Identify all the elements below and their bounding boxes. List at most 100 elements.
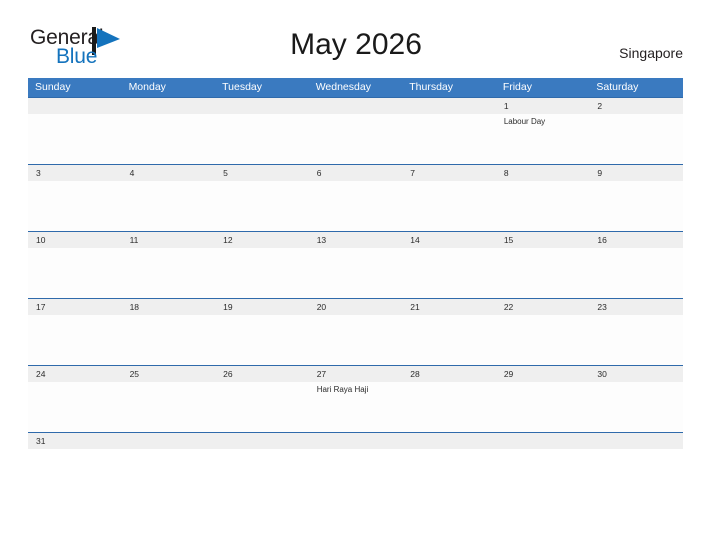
weekday-header-monday: Monday xyxy=(128,81,166,93)
day-number[interactable]: 27 xyxy=(309,366,403,382)
day-cell[interactable] xyxy=(496,382,590,432)
day-cell[interactable] xyxy=(28,382,122,432)
day-cell[interactable] xyxy=(122,181,216,231)
day-number[interactable]: 28 xyxy=(402,366,496,382)
day-number[interactable] xyxy=(215,98,309,114)
day-number[interactable]: 12 xyxy=(215,232,309,248)
day-cell[interactable] xyxy=(122,114,216,164)
day-number[interactable]: 20 xyxy=(309,299,403,315)
day-cell[interactable] xyxy=(215,248,309,298)
day-cell[interactable] xyxy=(309,315,403,365)
calendar-grid: Sunday Monday Tuesday Wednesday Thursday… xyxy=(28,78,683,449)
day-cell[interactable] xyxy=(28,181,122,231)
day-number[interactable]: 11 xyxy=(122,232,216,248)
day-number[interactable]: 7 xyxy=(402,165,496,181)
day-number[interactable]: 23 xyxy=(589,299,683,315)
week-row: 3 4 5 6 7 8 9 xyxy=(28,164,683,231)
weekday-header-tuesday: Tuesday xyxy=(222,81,263,93)
day-cell[interactable] xyxy=(402,315,496,365)
day-cell[interactable] xyxy=(589,315,683,365)
weekday-header-thursday: Thursday xyxy=(409,81,454,93)
day-number[interactable]: 17 xyxy=(28,299,122,315)
day-cell[interactable] xyxy=(215,315,309,365)
day-cell[interactable]: Labour Day xyxy=(496,114,590,164)
day-cell[interactable] xyxy=(589,181,683,231)
day-number[interactable]: 13 xyxy=(309,232,403,248)
week-row: 17 18 19 20 21 22 23 xyxy=(28,298,683,365)
day-cell[interactable] xyxy=(28,248,122,298)
day-cell[interactable] xyxy=(309,248,403,298)
day-cell[interactable] xyxy=(122,382,216,432)
day-number[interactable]: 15 xyxy=(496,232,590,248)
week-event-body xyxy=(28,248,683,298)
day-number[interactable]: 14 xyxy=(402,232,496,248)
week-date-band: 10 11 12 13 14 15 16 xyxy=(28,232,683,248)
day-cell[interactable] xyxy=(215,382,309,432)
day-number[interactable]: 8 xyxy=(496,165,590,181)
day-cell[interactable] xyxy=(28,114,122,164)
page-header: General Blue May 2026 Singapore xyxy=(0,0,712,78)
day-cell[interactable] xyxy=(122,315,216,365)
day-cell[interactable] xyxy=(402,382,496,432)
day-number[interactable] xyxy=(402,98,496,114)
day-cell[interactable] xyxy=(589,382,683,432)
day-number[interactable] xyxy=(28,98,122,114)
day-number[interactable] xyxy=(496,433,590,449)
day-number[interactable] xyxy=(122,98,216,114)
day-number[interactable] xyxy=(402,433,496,449)
day-cell[interactable] xyxy=(215,181,309,231)
day-number[interactable]: 10 xyxy=(28,232,122,248)
day-number[interactable] xyxy=(215,433,309,449)
week-row: 24 25 26 27 28 29 30 Hari Raya Haji xyxy=(28,365,683,432)
day-number[interactable]: 26 xyxy=(215,366,309,382)
calendar-page: General Blue May 2026 Singapore Sunday M… xyxy=(0,0,712,550)
day-number[interactable] xyxy=(309,433,403,449)
day-cell[interactable] xyxy=(402,181,496,231)
weekday-header-saturday: Saturday xyxy=(596,81,639,93)
day-number[interactable] xyxy=(589,433,683,449)
day-cell[interactable] xyxy=(496,181,590,231)
day-number[interactable]: 31 xyxy=(28,433,122,449)
day-number[interactable]: 4 xyxy=(122,165,216,181)
week-event-body xyxy=(28,181,683,231)
day-number[interactable]: 1 xyxy=(496,98,590,114)
day-number[interactable] xyxy=(309,98,403,114)
week-event-body: Hari Raya Haji xyxy=(28,382,683,432)
day-cell[interactable] xyxy=(309,114,403,164)
day-cell[interactable]: Hari Raya Haji xyxy=(309,382,403,432)
week-row: 1 2 Labour Day xyxy=(28,97,683,164)
day-number[interactable]: 16 xyxy=(589,232,683,248)
day-number[interactable]: 24 xyxy=(28,366,122,382)
day-number[interactable]: 9 xyxy=(589,165,683,181)
week-date-band: 3 4 5 6 7 8 9 xyxy=(28,165,683,181)
day-number[interactable]: 22 xyxy=(496,299,590,315)
day-number[interactable] xyxy=(122,433,216,449)
day-number[interactable]: 2 xyxy=(589,98,683,114)
week-date-band: 17 18 19 20 21 22 23 xyxy=(28,299,683,315)
day-cell[interactable] xyxy=(402,114,496,164)
day-number[interactable]: 5 xyxy=(215,165,309,181)
weekday-header-sunday: Sunday xyxy=(35,81,71,93)
weekday-header-friday: Friday xyxy=(502,81,532,93)
day-cell[interactable] xyxy=(589,248,683,298)
day-cell[interactable] xyxy=(496,315,590,365)
day-number[interactable]: 3 xyxy=(28,165,122,181)
day-cell[interactable] xyxy=(589,114,683,164)
day-event: Labour Day xyxy=(503,117,546,126)
day-cell[interactable] xyxy=(496,248,590,298)
day-cell[interactable] xyxy=(402,248,496,298)
day-number[interactable]: 6 xyxy=(309,165,403,181)
day-number[interactable]: 18 xyxy=(122,299,216,315)
week-row: 10 11 12 13 14 15 16 xyxy=(28,231,683,298)
day-number[interactable]: 29 xyxy=(496,366,590,382)
day-cell[interactable] xyxy=(28,315,122,365)
day-cell[interactable] xyxy=(309,181,403,231)
week-row: 31 xyxy=(28,432,683,449)
day-cell[interactable] xyxy=(122,248,216,298)
day-number[interactable]: 25 xyxy=(122,366,216,382)
day-cell[interactable] xyxy=(215,114,309,164)
day-number[interactable]: 30 xyxy=(589,366,683,382)
locale-label: Singapore xyxy=(619,45,683,61)
day-number[interactable]: 19 xyxy=(215,299,309,315)
day-number[interactable]: 21 xyxy=(402,299,496,315)
